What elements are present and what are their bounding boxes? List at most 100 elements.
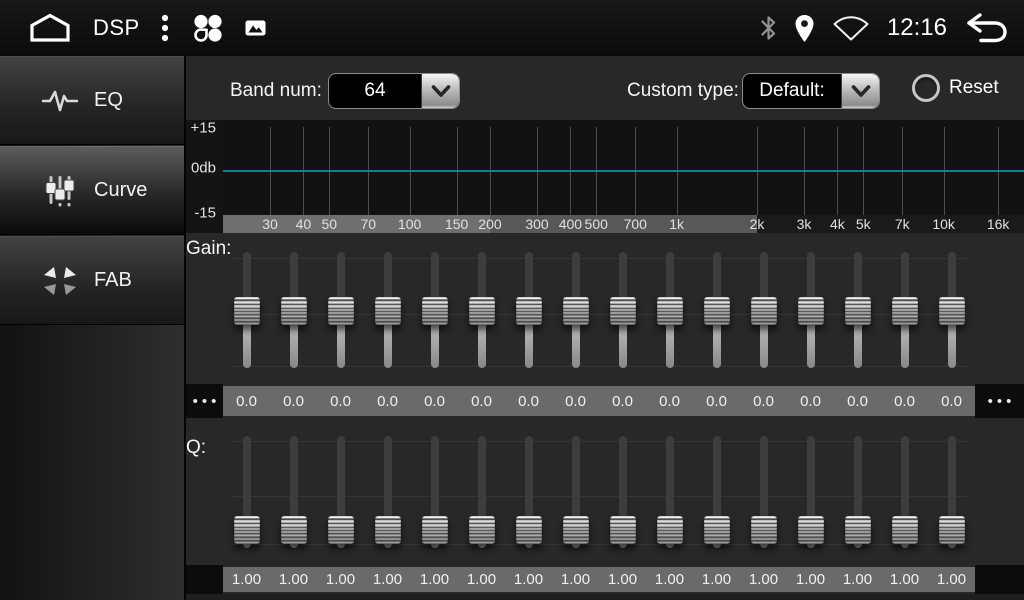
- q-slider[interactable]: [609, 432, 637, 554]
- slider-thumb[interactable]: [751, 516, 777, 544]
- back-icon[interactable]: [964, 12, 1008, 44]
- gain-slider[interactable]: [233, 248, 261, 374]
- slider-thumb[interactable]: [563, 297, 589, 325]
- apps-clover-icon[interactable]: [190, 13, 224, 43]
- gain-slider[interactable]: [468, 248, 496, 374]
- q-more-left-button[interactable]: [186, 565, 223, 594]
- sidebar-item-fab[interactable]: FAB: [0, 236, 184, 325]
- q-slider[interactable]: [703, 432, 731, 554]
- y-axis-label: 0db: [191, 160, 216, 177]
- slider-thumb[interactable]: [563, 516, 589, 544]
- overflow-menu-icon[interactable]: [161, 14, 169, 42]
- gain-slider[interactable]: [656, 248, 684, 374]
- slider-thumb[interactable]: [281, 516, 307, 544]
- gain-value: 0.0: [894, 393, 915, 410]
- clock: 12:16: [887, 14, 947, 42]
- slider-thumb[interactable]: [939, 516, 965, 544]
- freq-tick-label: 700: [624, 215, 647, 233]
- status-bar-left: DSP: [28, 13, 266, 43]
- q-section-label: Q:: [186, 437, 206, 459]
- eq-graph: +150db-15 304050701001502003004005007001…: [186, 120, 1024, 233]
- waveform-icon: [40, 86, 80, 116]
- q-slider[interactable]: [327, 432, 355, 554]
- slider-thumb[interactable]: [516, 516, 542, 544]
- gain-sliders-row: [223, 248, 975, 374]
- q-slider[interactable]: [938, 432, 966, 554]
- gain-slider[interactable]: [562, 248, 590, 374]
- gain-slider[interactable]: [515, 248, 543, 374]
- slider-thumb[interactable]: [516, 297, 542, 325]
- slider-thumb[interactable]: [375, 297, 401, 325]
- y-axis-label: -15: [194, 205, 216, 222]
- eq-curve-plot[interactable]: [223, 120, 1024, 215]
- q-slider[interactable]: [515, 432, 543, 554]
- sidebar-item-curve[interactable]: Curve: [0, 146, 184, 235]
- slider-thumb[interactable]: [704, 516, 730, 544]
- q-slider[interactable]: [374, 432, 402, 554]
- gain-slider[interactable]: [750, 248, 778, 374]
- slider-thumb[interactable]: [657, 297, 683, 325]
- q-slider[interactable]: [421, 432, 449, 554]
- slider-thumb[interactable]: [610, 297, 636, 325]
- q-more-right-button[interactable]: [975, 565, 1024, 594]
- slider-thumb[interactable]: [422, 297, 448, 325]
- gain-value: 0.0: [800, 393, 821, 410]
- slider-thumb[interactable]: [798, 516, 824, 544]
- slider-thumb[interactable]: [845, 297, 871, 325]
- custom-type-select[interactable]: Default:: [742, 73, 880, 109]
- q-value: 1.00: [232, 571, 261, 588]
- q-slider[interactable]: [233, 432, 261, 554]
- slider-thumb[interactable]: [328, 516, 354, 544]
- band-num-select[interactable]: 64: [328, 73, 460, 109]
- gain-slider[interactable]: [327, 248, 355, 374]
- q-slider[interactable]: [891, 432, 919, 554]
- custom-type-value: Default:: [743, 74, 841, 108]
- gain-slider[interactable]: [844, 248, 872, 374]
- freq-tick-label: 10k: [932, 215, 955, 233]
- q-value: 1.00: [467, 571, 496, 588]
- slider-thumb[interactable]: [657, 516, 683, 544]
- gain-slider[interactable]: [280, 248, 308, 374]
- q-slider[interactable]: [468, 432, 496, 554]
- slider-thumb[interactable]: [234, 297, 260, 325]
- gain-slider[interactable]: [703, 248, 731, 374]
- slider-thumb[interactable]: [610, 516, 636, 544]
- sidebar-item-eq[interactable]: EQ: [0, 56, 184, 145]
- slider-thumb[interactable]: [892, 516, 918, 544]
- slider-thumb[interactable]: [751, 297, 777, 325]
- q-value: 1.00: [514, 571, 543, 588]
- q-slider[interactable]: [797, 432, 825, 554]
- freq-tick-label: 5k: [856, 215, 871, 233]
- slider-thumb[interactable]: [375, 516, 401, 544]
- gain-slider[interactable]: [609, 248, 637, 374]
- gallery-icon[interactable]: [245, 20, 266, 36]
- q-slider[interactable]: [844, 432, 872, 554]
- slider-thumb[interactable]: [281, 297, 307, 325]
- slider-thumb[interactable]: [892, 297, 918, 325]
- q-slider[interactable]: [750, 432, 778, 554]
- gain-slider[interactable]: [891, 248, 919, 374]
- slider-thumb[interactable]: [845, 516, 871, 544]
- q-value: 1.00: [702, 571, 731, 588]
- reset-button[interactable]: Reset: [912, 74, 999, 102]
- radio-circle-icon: [912, 74, 940, 102]
- gain-slider[interactable]: [421, 248, 449, 374]
- q-slider[interactable]: [280, 432, 308, 554]
- slider-thumb[interactable]: [798, 297, 824, 325]
- gain-slider[interactable]: [797, 248, 825, 374]
- q-slider[interactable]: [562, 432, 590, 554]
- slider-thumb[interactable]: [469, 516, 495, 544]
- slider-thumb[interactable]: [704, 297, 730, 325]
- slider-thumb[interactable]: [234, 516, 260, 544]
- slider-thumb[interactable]: [328, 297, 354, 325]
- gain-slider[interactable]: [374, 248, 402, 374]
- q-slider[interactable]: [656, 432, 684, 554]
- slider-thumb[interactable]: [939, 297, 965, 325]
- slider-thumb[interactable]: [469, 297, 495, 325]
- gain-slider[interactable]: [938, 248, 966, 374]
- gain-value: 0.0: [377, 393, 398, 410]
- gain-more-left-button[interactable]: •••: [186, 384, 223, 418]
- slider-thumb[interactable]: [422, 516, 448, 544]
- home-icon[interactable]: [28, 13, 72, 43]
- gain-more-right-button[interactable]: •••: [975, 384, 1024, 418]
